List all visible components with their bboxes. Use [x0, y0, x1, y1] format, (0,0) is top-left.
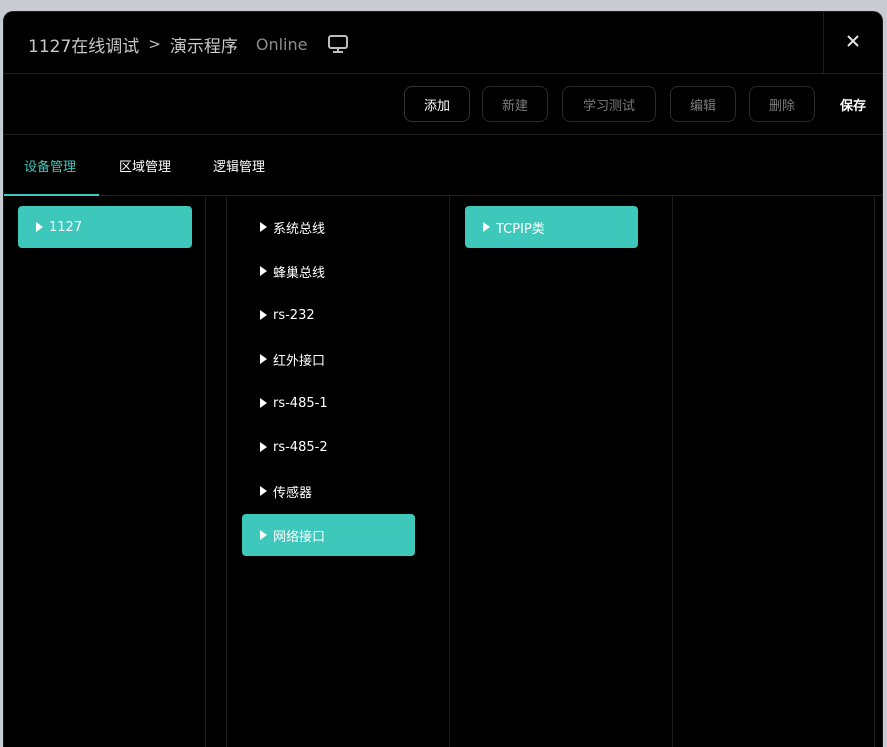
list-item-interface[interactable]: rs-485-2	[242, 426, 415, 468]
category-column: TCPIP类	[450, 196, 673, 747]
list-item-label: rs-232	[273, 307, 315, 323]
column-gutter	[206, 196, 227, 747]
close-button[interactable]	[823, 12, 882, 73]
caret-right-icon	[260, 222, 267, 232]
device-column: 1127	[4, 196, 206, 747]
new-button[interactable]: 新建	[482, 86, 548, 122]
list-item-interface[interactable]: 传感器	[242, 470, 415, 512]
detail-column	[673, 196, 875, 747]
list-item-interface[interactable]: 红外接口	[242, 338, 415, 380]
list-item-category[interactable]: TCPIP类	[465, 206, 638, 248]
list-item-label: rs-485-1	[273, 395, 328, 411]
list-item-label: 传感器	[273, 485, 313, 501]
list-item-label: 蜂巢总线	[273, 265, 326, 281]
list-item-label: 系统总线	[273, 221, 326, 237]
add-button[interactable]: 添加	[404, 86, 470, 122]
debug-window: 1127在线调试 > 演示程序 Online 添加 新建 学习测试 编辑 删除 …	[3, 11, 883, 747]
interface-column: 系统总线 蜂巢总线 rs-232 红外接口 rs-485-1 rs-485-2	[227, 196, 450, 747]
tab-bar: 设备管理 区域管理 逻辑管理	[4, 135, 882, 196]
delete-button[interactable]: 删除	[749, 86, 815, 122]
list-item-label: 网络接口	[273, 529, 326, 545]
tab-area-management[interactable]: 区域管理	[119, 135, 189, 195]
breadcrumb-item-program[interactable]: 演示程序	[170, 32, 238, 57]
caret-right-icon	[260, 442, 267, 452]
tab-label: 区域管理	[119, 159, 172, 175]
list-item-interface[interactable]: 网络接口	[242, 514, 415, 556]
breadcrumb-separator: >	[148, 35, 161, 53]
caret-right-icon	[260, 486, 267, 496]
edit-button[interactable]: 编辑	[670, 86, 736, 122]
list-item-interface[interactable]: rs-232	[242, 294, 415, 336]
list-item-label: 红外接口	[273, 353, 326, 369]
caret-right-icon	[483, 222, 490, 232]
column-browser: 1127 系统总线 蜂巢总线 rs-232 红外接口 rs-485-1 rs-4…	[4, 196, 882, 747]
status-badge: Online	[255, 34, 308, 54]
learn-test-button[interactable]: 学习测试	[562, 86, 656, 122]
monitor-icon[interactable]	[327, 33, 349, 55]
list-item-device[interactable]: 1127	[18, 206, 192, 248]
list-item-label: rs-485-2	[273, 439, 328, 455]
tab-device-management[interactable]: 设备管理	[4, 135, 99, 196]
close-icon[interactable]	[845, 33, 861, 53]
tab-logic-management[interactable]: 逻辑管理	[213, 135, 283, 195]
caret-right-icon	[36, 222, 43, 232]
caret-right-icon	[260, 398, 267, 408]
list-item-label: 1127	[49, 219, 83, 235]
toolbar: 添加 新建 学习测试 编辑 删除 保存	[4, 74, 882, 135]
list-item-label: TCPIP类	[496, 221, 545, 237]
caret-right-icon	[260, 530, 267, 540]
save-button[interactable]: 保存	[830, 86, 876, 122]
tab-label: 逻辑管理	[213, 159, 266, 175]
window-header: 1127在线调试 > 演示程序 Online	[4, 12, 882, 74]
list-item-interface[interactable]: rs-485-1	[242, 382, 415, 424]
list-item-interface[interactable]: 蜂巢总线	[242, 250, 415, 292]
caret-right-icon	[260, 266, 267, 276]
caret-right-icon	[260, 310, 267, 320]
tab-label: 设备管理	[24, 159, 77, 175]
breadcrumb: 1127在线调试 > 演示程序 Online	[28, 32, 349, 57]
list-item-interface[interactable]: 系统总线	[242, 206, 415, 248]
caret-right-icon	[260, 354, 267, 364]
breadcrumb-item-device[interactable]: 1127在线调试	[28, 32, 139, 57]
